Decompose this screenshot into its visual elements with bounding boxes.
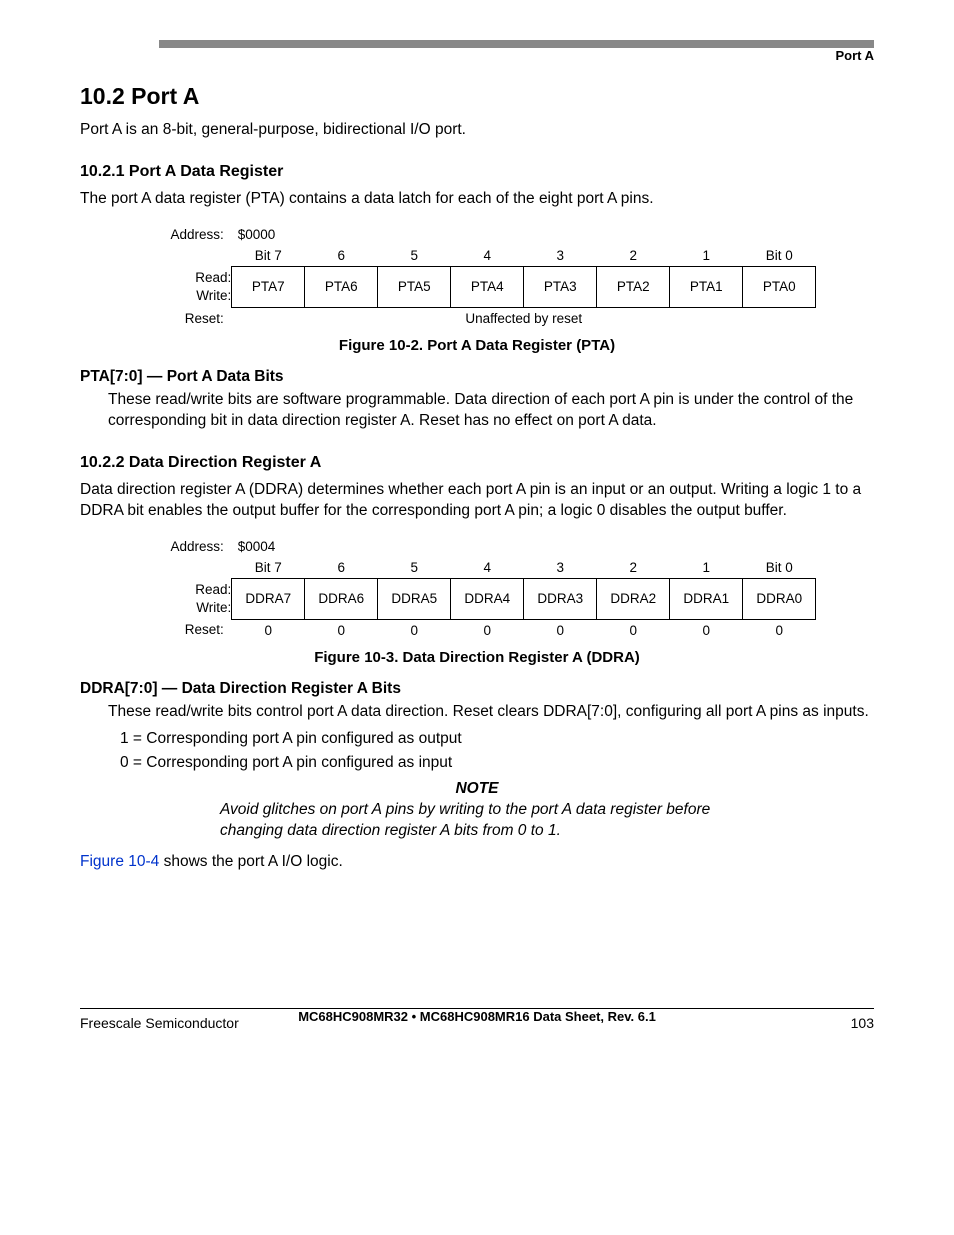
field-body-pta: These read/write bits are software progr… [108, 390, 874, 432]
section-heading: 10.2 Port A [80, 83, 874, 110]
address-value: $0004 [232, 536, 816, 557]
read-label: Read: [195, 270, 231, 285]
bit-label: Bit 0 [743, 557, 816, 579]
reset-value: 0 [232, 619, 305, 641]
bit-label: 6 [305, 557, 378, 579]
bit-label: Bit 7 [232, 557, 305, 579]
bit-name: DDRA7 [232, 578, 305, 619]
bit-name: DDRA5 [378, 578, 451, 619]
bit-label: Bit 7 [232, 245, 305, 267]
figure-10-4-link[interactable]: Figure 10-4 [80, 853, 159, 870]
read-label: Read: [195, 582, 231, 597]
bit-name: PTA1 [670, 266, 743, 307]
figure-reference-suffix: shows the port A I/O logic. [159, 853, 343, 870]
bit-label: 5 [378, 557, 451, 579]
field-title-pta: PTA[7:0] — Port A Data Bits [80, 368, 874, 386]
reset-value: Unaffected by reset [232, 307, 816, 329]
reset-value: 0 [378, 619, 451, 641]
subsection-10-2-1-intro: The port A data register (PTA) contains … [80, 189, 874, 210]
address-label: Address: [138, 224, 232, 245]
top-decorative-bar [80, 40, 874, 48]
bit-name: PTA7 [232, 266, 305, 307]
reset-value: 0 [524, 619, 597, 641]
bit-label: 2 [597, 557, 670, 579]
reset-label: Reset: [138, 619, 232, 641]
field-line-0: 0 = Corresponding port A pin configured … [120, 752, 874, 774]
field-title-ddra: DDRA[7:0] — Data Direction Register A Bi… [80, 680, 874, 698]
bit-label: 3 [524, 557, 597, 579]
note-heading: NOTE [80, 780, 874, 798]
bit-name: DDRA6 [305, 578, 378, 619]
bit-name: PTA4 [451, 266, 524, 307]
bit-name: PTA3 [524, 266, 597, 307]
reset-value: 0 [670, 619, 743, 641]
write-label: Write: [196, 288, 231, 303]
bit-name: PTA0 [743, 266, 816, 307]
footer-left: Freescale Semiconductor [80, 1015, 239, 1031]
bit-name: PTA6 [305, 266, 378, 307]
reset-value: 0 [597, 619, 670, 641]
figure-caption-10-2: Figure 10-2. Port A Data Register (PTA) [80, 337, 874, 354]
bit-name: DDRA4 [451, 578, 524, 619]
reset-value: 0 [451, 619, 524, 641]
reset-value: 0 [743, 619, 816, 641]
reset-label: Reset: [138, 307, 232, 329]
bit-label: 2 [597, 245, 670, 267]
subsection-10-2-2-intro: Data direction register A (DDRA) determi… [80, 480, 874, 522]
bit-label: 1 [670, 557, 743, 579]
bit-label: 5 [378, 245, 451, 267]
bit-label: Bit 0 [743, 245, 816, 267]
bit-name: DDRA3 [524, 578, 597, 619]
note-body: Avoid glitches on port A pins by writing… [220, 800, 754, 842]
figure-caption-10-3: Figure 10-3. Data Direction Register A (… [80, 649, 874, 666]
figure-reference-line: Figure 10-4 shows the port A I/O logic. [80, 852, 874, 873]
bit-label: 4 [451, 557, 524, 579]
page-header-right: Port A [80, 48, 874, 63]
footer-page-number: 103 [851, 1015, 874, 1031]
register-diagram-ddra: Address: $0004 Bit 7 6 5 4 3 2 1 Bit 0 R… [138, 536, 817, 641]
subsection-10-2-2-heading: 10.2.2 Data Direction Register A [80, 454, 874, 472]
field-line-1: 1 = Corresponding port A pin configured … [120, 728, 874, 750]
field-body-ddra: These read/write bits control port A dat… [108, 702, 874, 723]
bit-label: 1 [670, 245, 743, 267]
section-intro: Port A is an 8-bit, general-purpose, bid… [80, 120, 874, 141]
bit-name: DDRA1 [670, 578, 743, 619]
register-diagram-pta: Address: $0000 Bit 7 6 5 4 3 2 1 Bit 0 R… [138, 224, 817, 329]
address-label: Address: [138, 536, 232, 557]
address-value: $0000 [232, 224, 816, 245]
bit-label: 3 [524, 245, 597, 267]
write-label: Write: [196, 600, 231, 615]
bit-name: DDRA2 [597, 578, 670, 619]
reset-value: 0 [305, 619, 378, 641]
bit-name: DDRA0 [743, 578, 816, 619]
bit-label: 6 [305, 245, 378, 267]
bit-label: 4 [451, 245, 524, 267]
bit-name: PTA5 [378, 266, 451, 307]
subsection-10-2-1-heading: 10.2.1 Port A Data Register [80, 163, 874, 181]
bit-name: PTA2 [597, 266, 670, 307]
